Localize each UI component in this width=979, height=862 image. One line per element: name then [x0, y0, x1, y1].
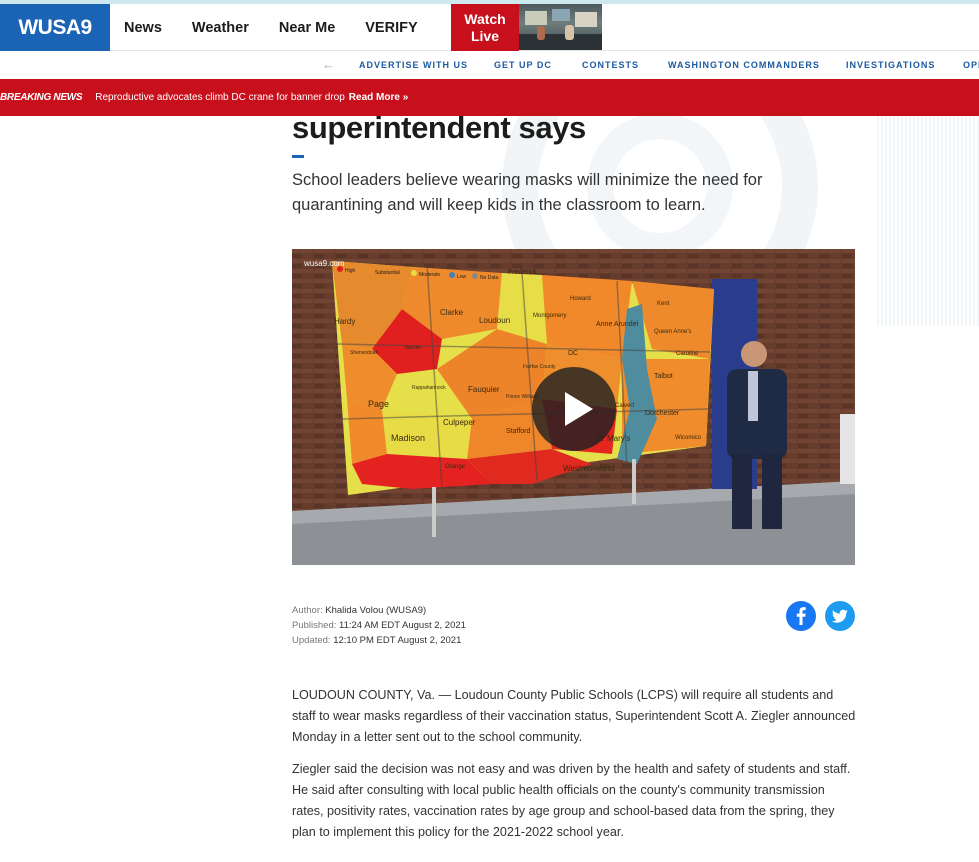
arrow-left-icon[interactable]: ← [322, 57, 335, 72]
twitter-icon [831, 609, 848, 623]
map-label: Kent [657, 301, 670, 307]
map-label: Clarke [440, 308, 464, 317]
article-paragraph: LOUDOUN COUNTY, Va. — Loudoun County Pub… [292, 688, 856, 744]
map-label: Hardy [334, 317, 355, 326]
nav-item-verify[interactable]: VERIFY [365, 20, 417, 36]
map-label: Calvert [615, 403, 634, 409]
facebook-icon [796, 607, 806, 625]
article-paragraph: Ziegler said the decision was not easy a… [292, 762, 851, 839]
map-label: Howard [570, 296, 591, 302]
map-label: Warren [405, 345, 421, 351]
legend-low: Low [457, 274, 467, 280]
map-label: Page [368, 399, 389, 409]
main-nav: News Weather Near Me VERIFY [124, 4, 448, 51]
subnav-get-up-dc[interactable]: GET UP DC [494, 60, 552, 70]
breaking-text[interactable]: Reproductive advocates climb DC crane fo… [95, 92, 345, 103]
site-header: WUSA9 News Weather Near Me VERIFY Watch … [0, 4, 979, 51]
subnav-opinion[interactable]: OPI [963, 60, 979, 70]
published-date: 11:24 AM EDT August 2, 2021 [339, 620, 466, 631]
site-logo[interactable]: WUSA9 [0, 4, 110, 51]
map-label: Dorchester [645, 410, 680, 417]
author-name[interactable]: Khalida Volou (WUSA9) [325, 605, 426, 616]
map-label: Anne Arundel [596, 321, 638, 328]
nav-item-news[interactable]: News [124, 20, 162, 36]
map-label: DC [568, 350, 578, 357]
updated-date: 12:10 PM EDT August 2, 2021 [333, 635, 462, 646]
author-label: Author: [292, 605, 323, 616]
nav-item-near-me[interactable]: Near Me [279, 20, 335, 36]
map-label: Fauquier [468, 385, 500, 394]
map-label: Caroline [676, 351, 699, 357]
map-label: Madison [391, 433, 425, 443]
legend-no-data: No Data [480, 275, 499, 281]
read-more-link[interactable]: Read More » [349, 92, 408, 103]
map-label: Rappahannock [412, 385, 446, 391]
map-label: Wicomico [675, 435, 702, 441]
article-summary: School leaders believe wearing masks wil… [292, 171, 763, 214]
headline-rule [292, 155, 304, 158]
facebook-share-button[interactable] [786, 601, 816, 631]
live-thumbnail[interactable] [519, 4, 602, 50]
map-label: Westmoreland [563, 464, 614, 473]
sub-nav: ← ADVERTISE WITH US GET UP DC CONTESTS W… [0, 52, 979, 79]
subnav-commanders[interactable]: WASHINGTON COMMANDERS [668, 60, 820, 70]
watch-live-button[interactable]: Watch Live [451, 4, 519, 51]
legend-substantial: Substantial [375, 270, 400, 276]
watch-live-label: Watch Live [464, 11, 506, 44]
map-label: Frederick [508, 269, 538, 276]
background-stripes [877, 116, 979, 326]
legend-moderate: Moderate [419, 272, 440, 278]
play-icon[interactable] [531, 366, 617, 452]
article-meta: Author: Khalida Volou (WUSA9) Published:… [292, 603, 466, 648]
subnav-investigations[interactable]: INVESTIGATIONS [846, 60, 935, 70]
logo-text: WUSA9 [18, 15, 92, 39]
twitter-share-button[interactable] [825, 601, 855, 631]
subnav-contests[interactable]: CONTESTS [582, 60, 639, 70]
updated-label: Updated: [292, 635, 331, 646]
map-label: Shenandoah [350, 350, 379, 356]
map-label: Orange [445, 464, 466, 470]
subnav-advertise[interactable]: ADVERTISE WITH US [359, 60, 468, 70]
map-label: Stafford [506, 428, 530, 435]
map-label: Queen Anne's [654, 329, 692, 335]
article-headline: superintendent says [292, 110, 586, 145]
map-label: Loudoun [479, 316, 510, 325]
video-player[interactable]: wusa9.com High Substantial Moderate Low … [292, 249, 855, 565]
legend-high: High [345, 268, 356, 274]
published-label: Published: [292, 620, 337, 631]
nav-item-weather[interactable]: Weather [192, 20, 249, 36]
map-label: Culpeper [443, 418, 476, 427]
map-label: Montgomery [533, 313, 566, 319]
breaking-label: BREAKING NEWS [0, 92, 83, 103]
map-label: Talbot [654, 373, 673, 380]
